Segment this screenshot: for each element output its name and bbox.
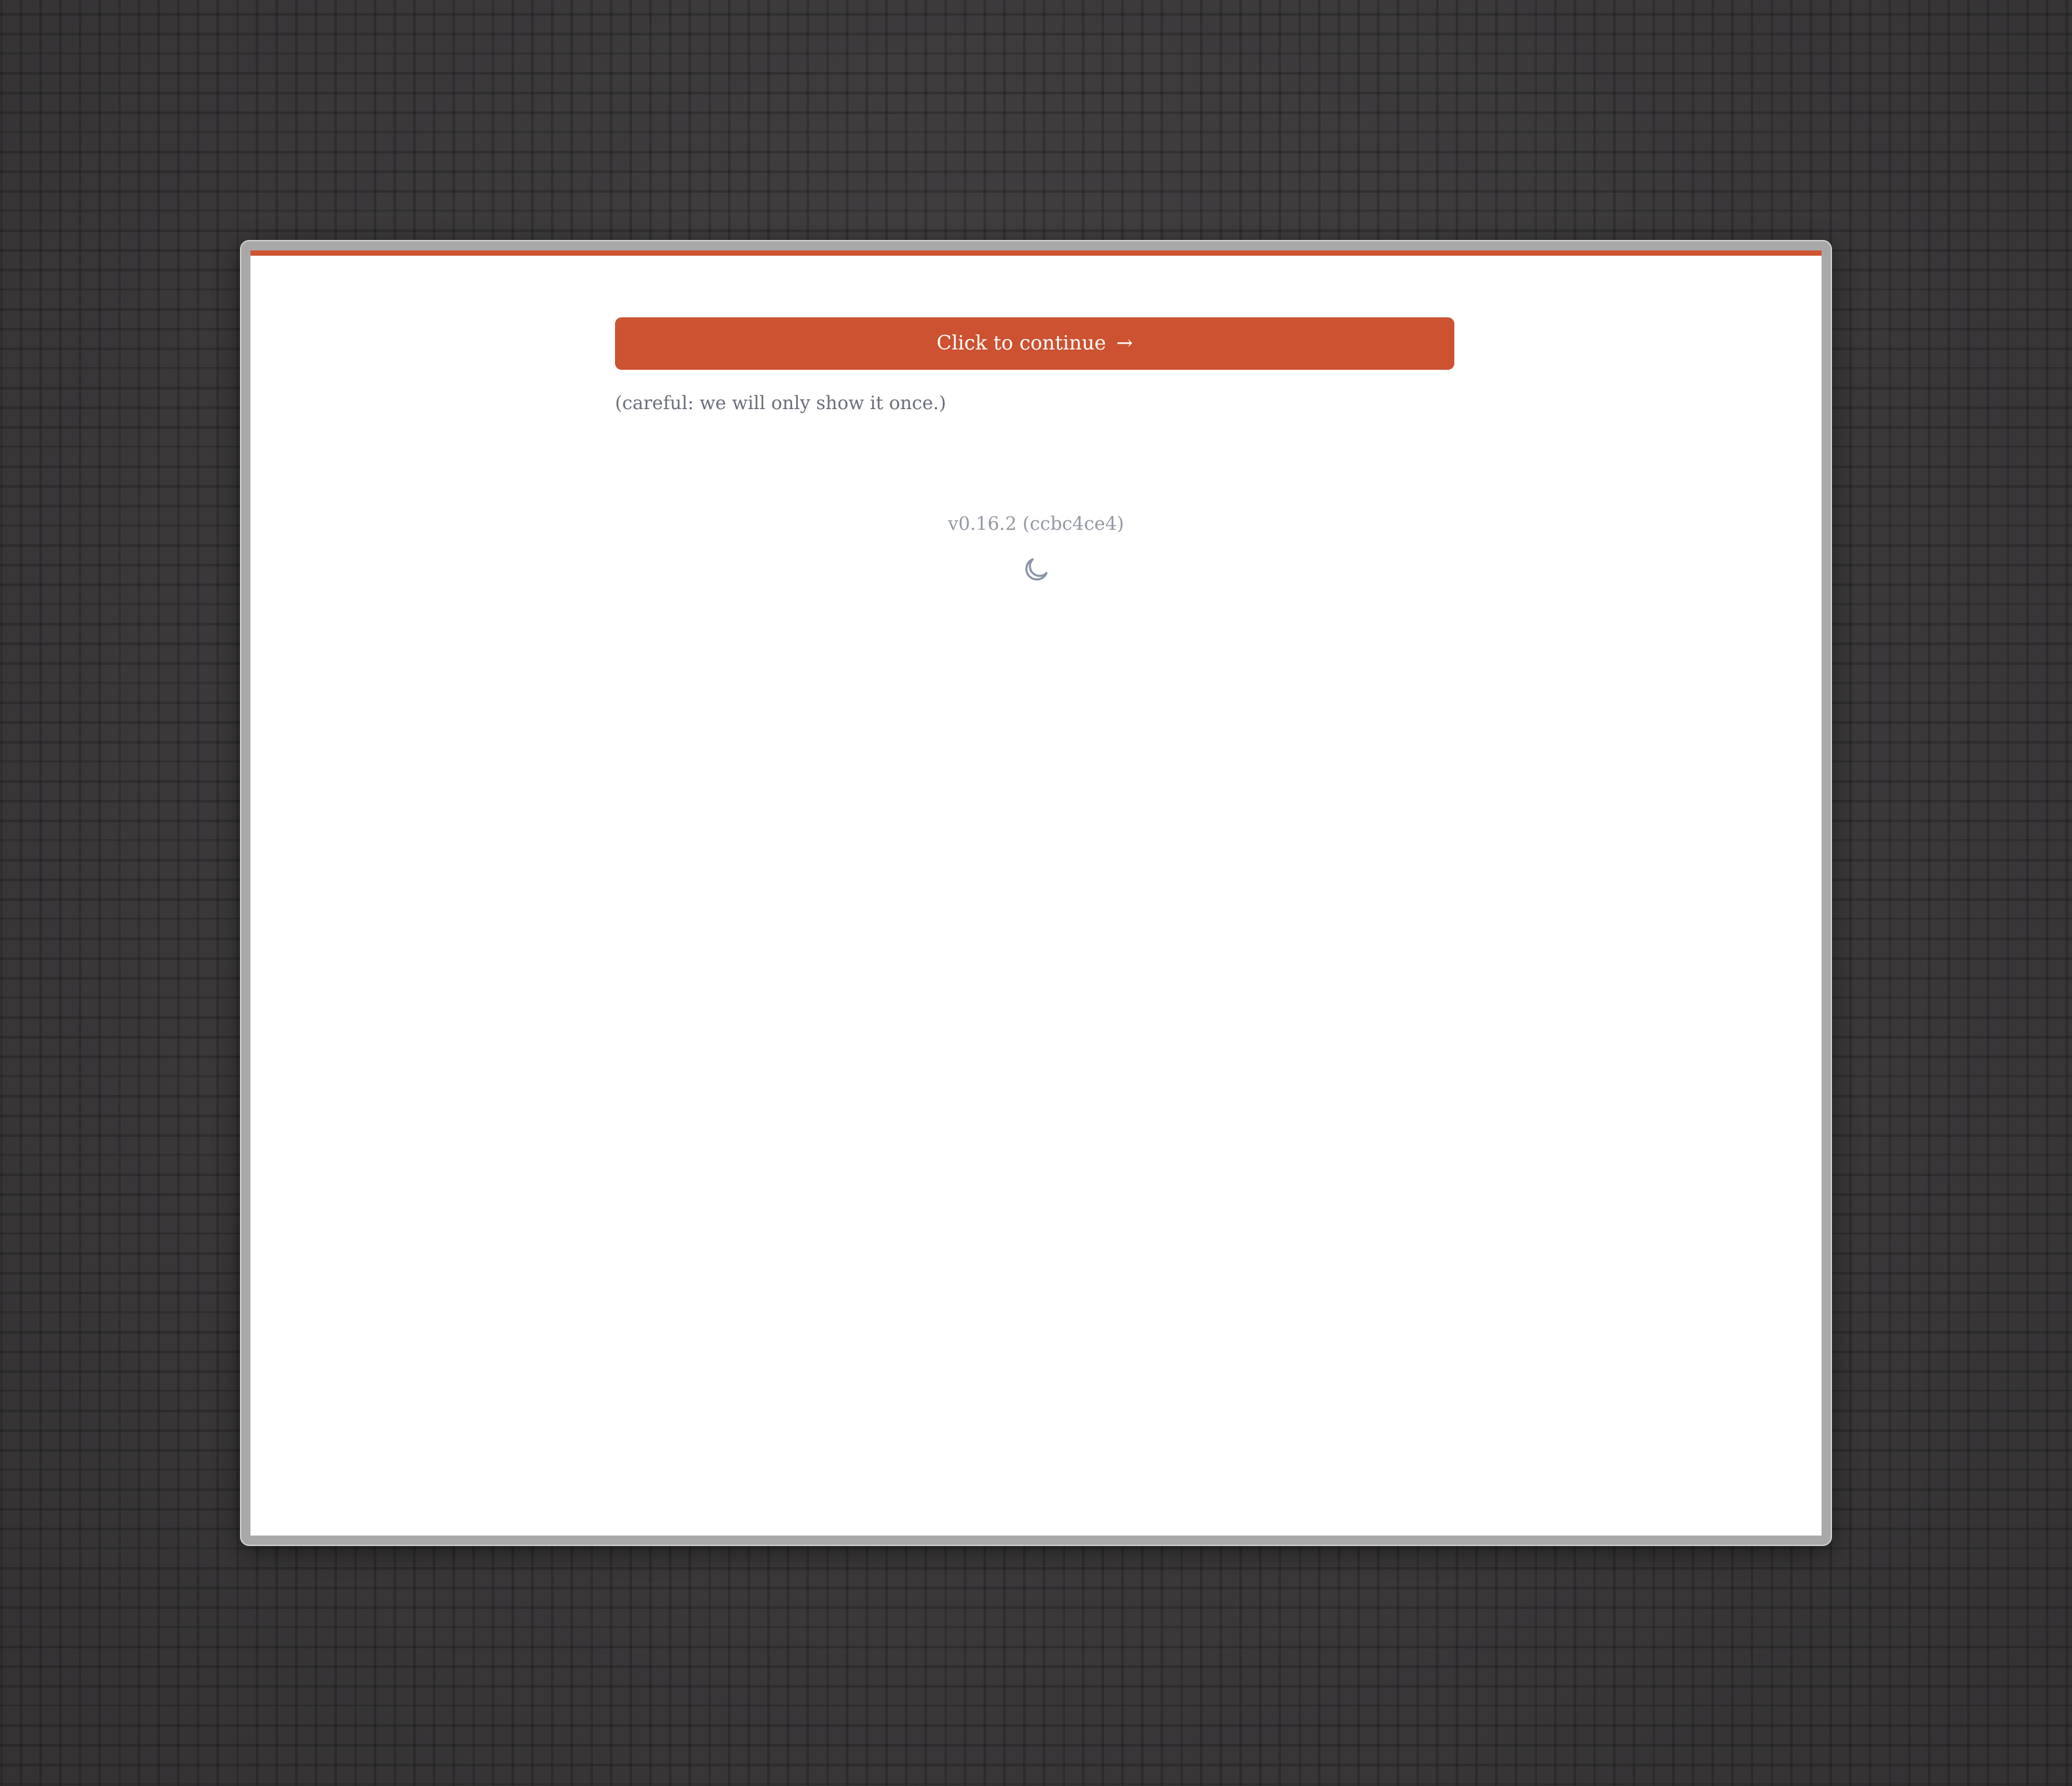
moon-icon[interactable] (1020, 554, 1052, 585)
version-label: v0.16.2 (ccbc4ce4) (947, 513, 1125, 534)
dialog-frame: Click to continue → (careful: we will on… (240, 240, 1832, 1546)
warning-note: (careful: we will only show it once.) (615, 392, 946, 414)
footer: v0.16.2 (ccbc4ce4) (250, 513, 1822, 588)
dialog-panel: Click to continue → (careful: we will on… (250, 250, 1822, 1536)
continue-button[interactable]: Click to continue → (615, 317, 1454, 370)
arrow-right-icon: → (1116, 332, 1133, 355)
dialog-content: Click to continue → (careful: we will on… (615, 317, 1454, 414)
continue-button-label: Click to continue (936, 332, 1106, 355)
